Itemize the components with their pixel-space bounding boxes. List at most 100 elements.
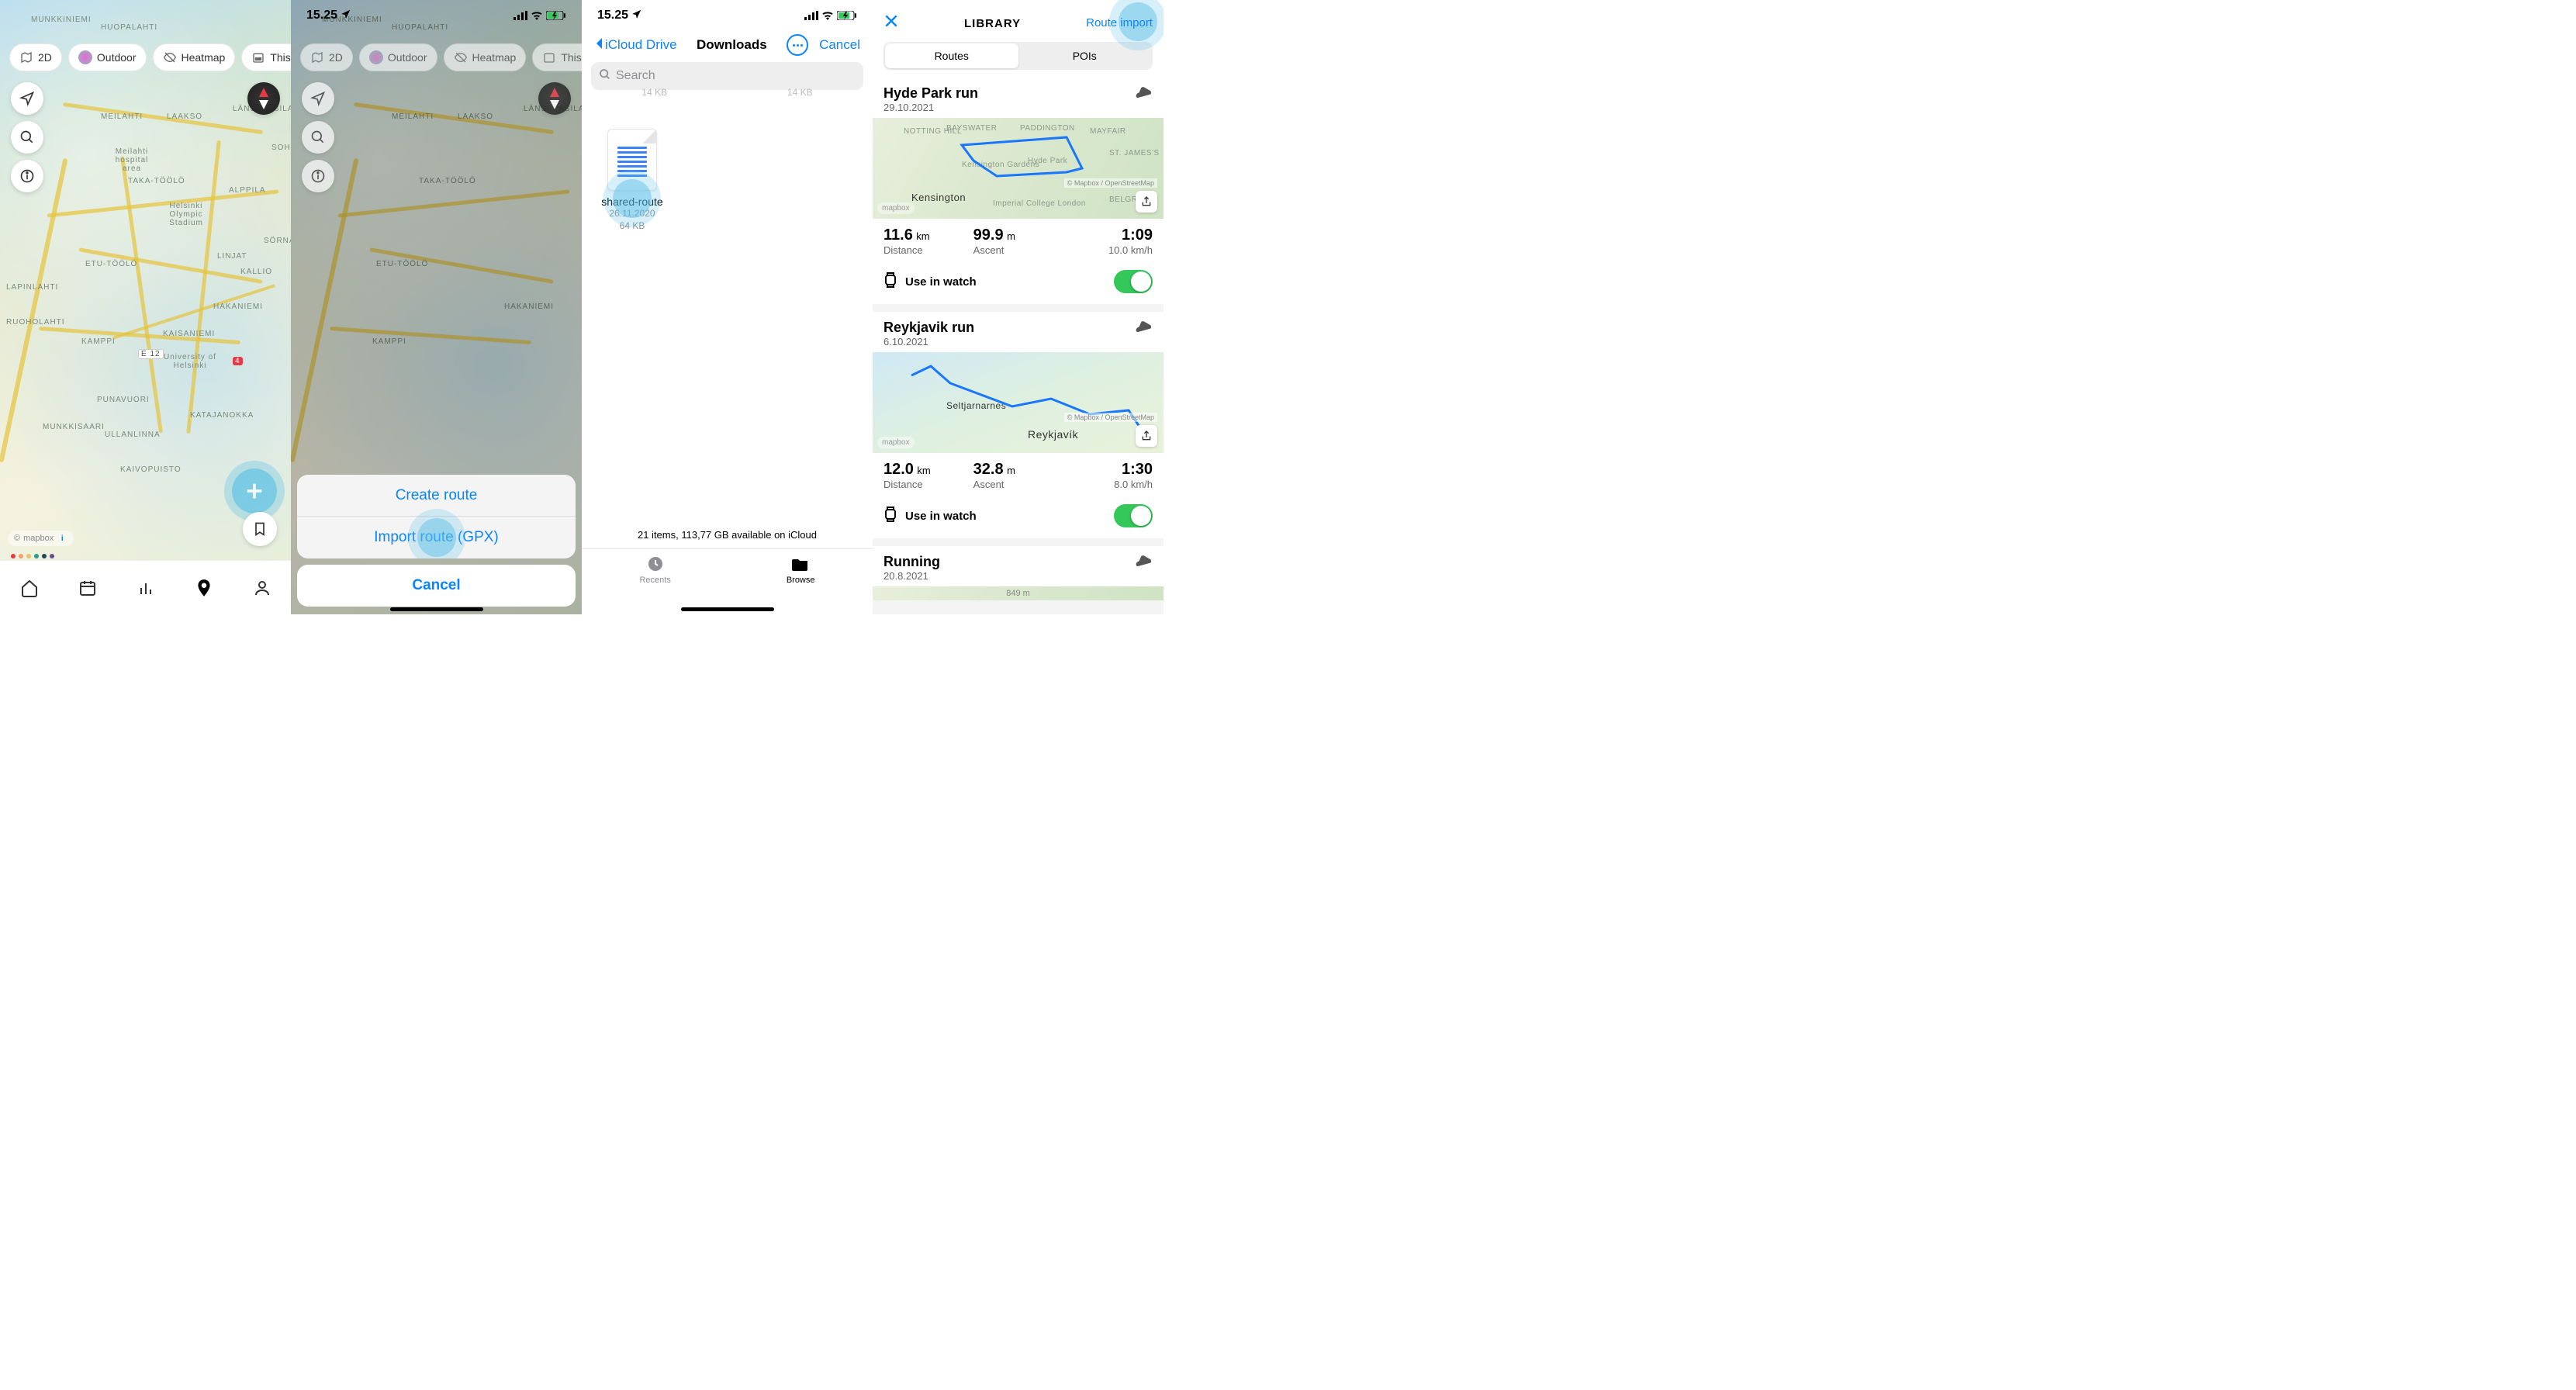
map-label: MUNKKINIEMI bbox=[31, 16, 92, 24]
tap-indicator-icon bbox=[613, 179, 652, 218]
share-button[interactable] bbox=[1136, 425, 1157, 447]
map-label: University of Helsinki bbox=[163, 353, 217, 370]
map-label: MEILAHTI bbox=[101, 112, 143, 121]
map-label: KAISANIEMI bbox=[163, 330, 215, 338]
watch-toggle[interactable] bbox=[1114, 504, 1153, 527]
shoe-icon bbox=[1132, 552, 1155, 572]
wifi-icon bbox=[821, 11, 834, 20]
nav-profile[interactable] bbox=[252, 578, 272, 598]
nav-home[interactable] bbox=[19, 578, 40, 598]
stat-label: 10.0 km/h bbox=[1063, 244, 1153, 256]
map-icon bbox=[19, 50, 33, 64]
chip-heatmap: Heatmap bbox=[444, 43, 527, 71]
info-icon[interactable]: i bbox=[57, 533, 67, 544]
watch-icon bbox=[883, 271, 897, 292]
chip-label: 2D bbox=[38, 51, 52, 64]
chip-period[interactable]: 365 This year bbox=[241, 43, 291, 71]
road-badge: E 12 bbox=[138, 349, 164, 359]
chip-2d[interactable]: 2D bbox=[9, 43, 62, 71]
tab-browse[interactable]: Browse bbox=[787, 554, 815, 585]
partial-row-meta: 14 KB 14 KB bbox=[582, 87, 873, 98]
map-icon bbox=[310, 50, 324, 64]
nav-calendar[interactable] bbox=[78, 578, 98, 598]
chevron-left-icon bbox=[594, 36, 603, 54]
route-card[interactable]: Running 20.8.2021 849 m bbox=[873, 546, 1164, 600]
search-input[interactable]: Search bbox=[591, 62, 863, 90]
map-label: MUNKKISAARI bbox=[43, 423, 105, 431]
search-placeholder: Search bbox=[616, 69, 655, 83]
map-label: KATAJANOKKA bbox=[190, 411, 254, 420]
calendar-icon: 365 bbox=[251, 50, 265, 64]
tab-recents[interactable]: Recents bbox=[639, 554, 670, 585]
route-card[interactable]: Hyde Park run 29.10.2021 NOTTING HILL BA… bbox=[873, 78, 1164, 304]
map-label: KALLIO bbox=[240, 268, 272, 276]
status-bar: 15.25 bbox=[582, 0, 873, 31]
route-title: Running bbox=[883, 554, 940, 570]
map-label: Helsinki Olympic Stadium bbox=[155, 202, 217, 227]
mapbox-attribution: ©mapbox i bbox=[8, 531, 74, 546]
add-button[interactable] bbox=[232, 469, 277, 513]
more-button[interactable] bbox=[787, 34, 808, 56]
routes-list[interactable]: Hyde Park run 29.10.2021 NOTTING HILL BA… bbox=[873, 78, 1164, 614]
search-button bbox=[302, 121, 334, 154]
stat-label: Ascent bbox=[973, 244, 1063, 256]
route-import-button[interactable]: Route import bbox=[1086, 16, 1153, 29]
back-button[interactable]: iCloud Drive bbox=[594, 36, 677, 54]
map-label: Meilahti hospital area bbox=[105, 147, 159, 173]
map-label: LAPINLAHTI bbox=[6, 283, 58, 292]
map-label: KAMPPI bbox=[81, 337, 116, 346]
chip-label: Heatmap bbox=[182, 51, 226, 64]
battery-icon bbox=[837, 11, 857, 20]
storage-footer: 21 items, 113,77 GB available on iCloud bbox=[582, 524, 873, 548]
road-badge: 4 bbox=[233, 357, 243, 365]
page-title: LIBRARY bbox=[964, 17, 1021, 30]
close-button[interactable] bbox=[883, 12, 899, 34]
nav-stats[interactable] bbox=[136, 578, 156, 598]
info-button[interactable] bbox=[11, 160, 43, 192]
location-services-icon bbox=[631, 9, 642, 23]
route-card[interactable]: Reykjavik run 6.10.2021 Seltjarnarnes Re… bbox=[873, 312, 1164, 538]
share-button[interactable] bbox=[1136, 191, 1157, 213]
files-grid[interactable]: 14 KB 14 KB shared-route 26.11.2020 64 K… bbox=[582, 90, 873, 524]
file-item[interactable]: shared-route 26.11.2020 64 KB bbox=[597, 129, 667, 232]
route-map-thumbnail: NOTTING HILL BAYSWATER PADDINGTON MAYFAI… bbox=[873, 118, 1164, 219]
color-indicator bbox=[11, 554, 54, 558]
map-label: RUOHOLAHTI bbox=[6, 318, 65, 327]
map-label: LINJAT bbox=[217, 252, 247, 261]
seg-routes[interactable]: Routes bbox=[885, 43, 1018, 68]
bookmark-button[interactable] bbox=[243, 512, 277, 546]
home-indicator[interactable] bbox=[681, 607, 774, 611]
search-button[interactable] bbox=[11, 121, 43, 154]
chip-label: This year bbox=[270, 51, 291, 64]
info-button bbox=[302, 160, 334, 192]
map-label: ETU-TÖÖLÖ bbox=[85, 260, 137, 268]
locate-button[interactable] bbox=[11, 82, 43, 115]
signal-icon bbox=[804, 11, 818, 20]
map-label: TAKA-TÖÖLÖ bbox=[128, 177, 185, 185]
compass-button[interactable] bbox=[247, 82, 280, 115]
seg-pois[interactable]: POIs bbox=[1018, 43, 1152, 68]
home-indicator[interactable] bbox=[390, 607, 483, 611]
nav-location[interactable] bbox=[194, 578, 214, 598]
chip-outdoor[interactable]: Outdoor bbox=[68, 43, 147, 71]
create-route-button[interactable]: Create route bbox=[297, 475, 576, 517]
map-label: SÖRNÄINEN bbox=[264, 237, 291, 245]
import-route-button[interactable]: Import route (GPX) bbox=[297, 517, 576, 558]
nav-bar: iCloud Drive Downloads Cancel bbox=[582, 31, 873, 62]
route-title: Reykjavik run bbox=[883, 320, 974, 336]
status-bar: 15.25 bbox=[291, 0, 582, 31]
watch-icon bbox=[883, 506, 897, 526]
map-label: HAKANIEMI bbox=[213, 303, 263, 311]
map-attribution: © Mapbox / OpenStreetMap bbox=[1064, 178, 1157, 188]
signal-icon bbox=[513, 11, 527, 20]
layer-icon bbox=[78, 50, 92, 64]
cancel-button[interactable]: Cancel bbox=[819, 37, 860, 53]
bottom-nav bbox=[0, 560, 291, 614]
tap-indicator-icon bbox=[417, 518, 456, 557]
map-label: KAIVOPUISTO bbox=[120, 465, 182, 474]
eye-off-icon bbox=[454, 50, 468, 64]
cancel-button[interactable]: Cancel bbox=[297, 565, 576, 607]
chip-2d: 2D bbox=[300, 43, 353, 71]
chip-heatmap[interactable]: Heatmap bbox=[153, 43, 236, 71]
watch-toggle[interactable] bbox=[1114, 270, 1153, 293]
